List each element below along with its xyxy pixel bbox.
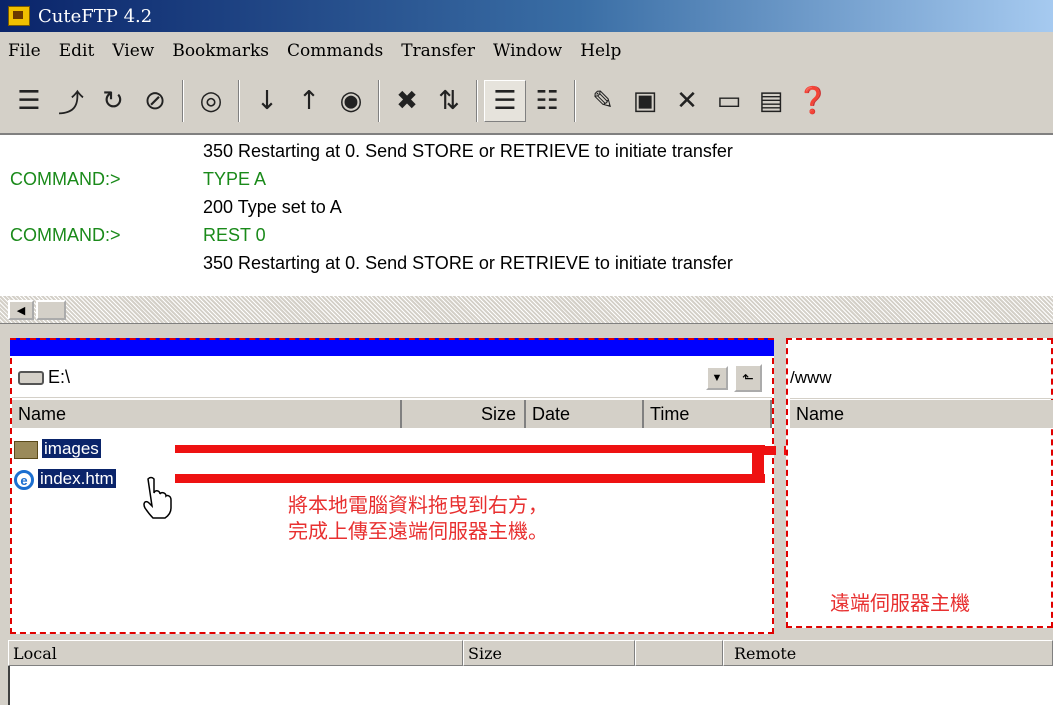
upload-instruction-line2: 完成上傳至遠端伺服器主機。 <box>288 519 548 543</box>
pane-splitter[interactable] <box>776 338 784 634</box>
remote-column-header-name[interactable]: Name <box>790 400 1053 428</box>
arrow-upper-bar <box>175 445 765 453</box>
upload-instruction-line1: 將本地電腦資料拖曳到右方， <box>288 493 548 517</box>
queue-column-blank[interactable] <box>635 640 723 666</box>
queue-column-size[interactable]: Size <box>463 640 635 666</box>
remote-server-annotation: 遠端伺服器主機 <box>830 591 970 615</box>
queue-column-remote[interactable]: Remote <box>723 640 1053 666</box>
arrow-lower-bar <box>175 474 765 483</box>
remote-path-field[interactable]: /www <box>790 358 1053 399</box>
queue-column-local[interactable]: Local <box>8 640 463 666</box>
remote-path: /www <box>790 368 832 387</box>
transfer-queue-list[interactable] <box>8 666 1053 705</box>
